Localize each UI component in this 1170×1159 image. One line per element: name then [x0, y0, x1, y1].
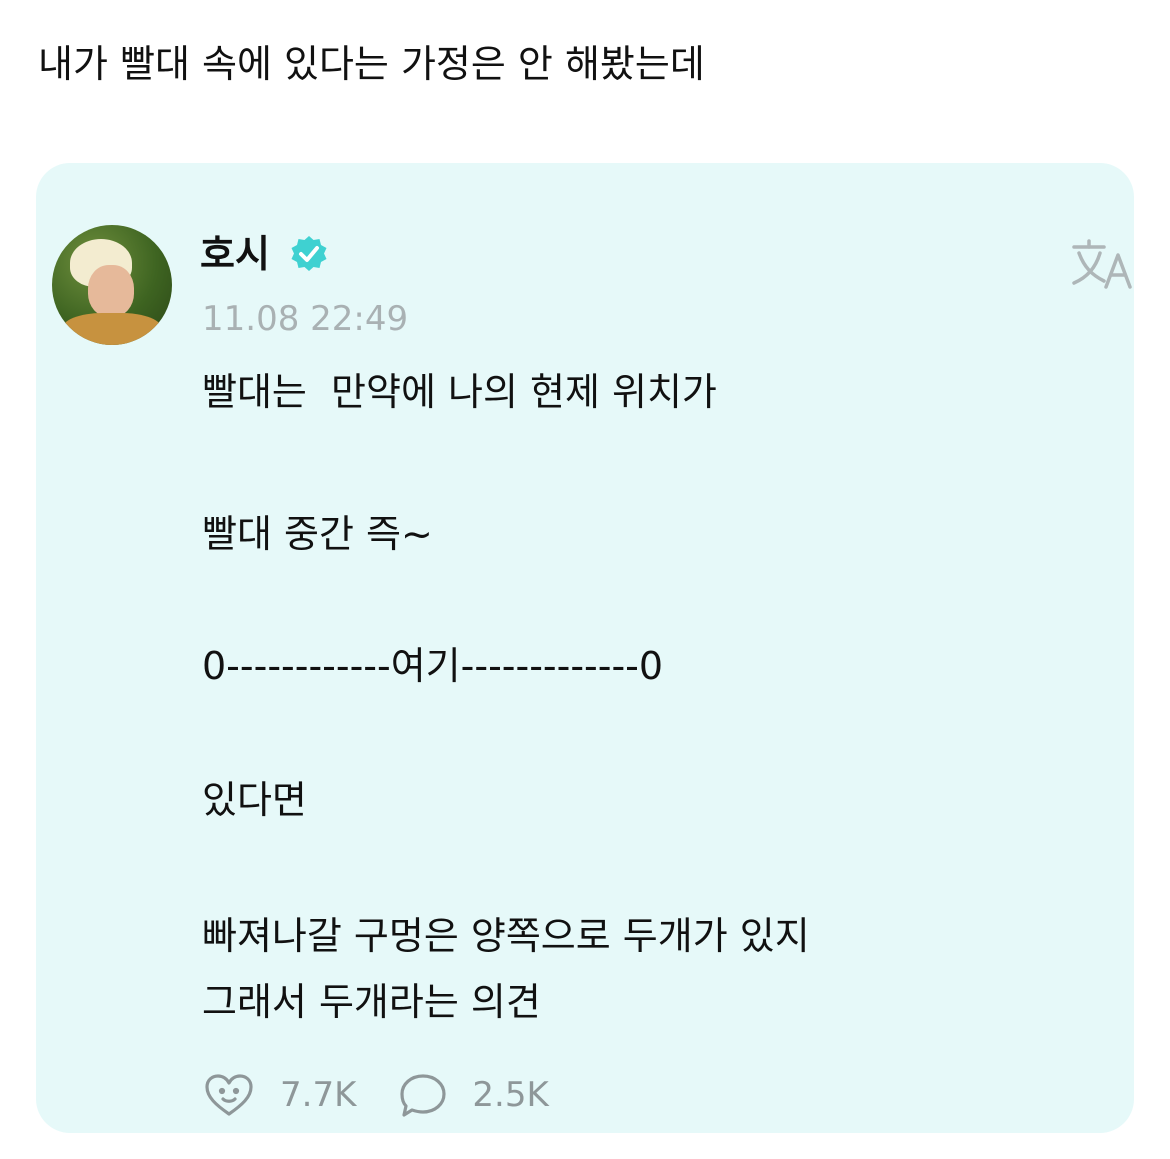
- post-text-line: 있다면: [202, 778, 307, 822]
- translate-icon[interactable]: [1070, 237, 1132, 291]
- post-text-line: 빨대는 만약에 나의 현제 위치가: [202, 370, 717, 414]
- comment-button[interactable]: 2.5K: [398, 1072, 549, 1118]
- post-text-line: 빠져나갈 구멍은 양쪽으로 두개가 있지: [202, 914, 810, 958]
- avatar-face: [88, 265, 134, 317]
- post-timestamp: 11.08 22:49: [202, 299, 409, 339]
- author-name[interactable]: 호시: [200, 229, 270, 279]
- like-count: 7.7K: [280, 1075, 357, 1115]
- post-text-line: 0------------여기-------------0: [202, 644, 664, 688]
- post-stats: 7.7K 2.5K: [202, 1069, 549, 1121]
- avatar-shirt: [62, 313, 162, 345]
- verified-badge-icon: [291, 236, 327, 271]
- comment-count: 2.5K: [472, 1075, 549, 1115]
- like-button[interactable]: 7.7K: [202, 1072, 356, 1118]
- author-avatar[interactable]: [52, 225, 172, 345]
- embedded-post-card[interactable]: 호시 11.08 22:49 빨대는 만약에 나의 현제 위치가 빨대 중간 즉…: [36, 163, 1134, 1133]
- post-text-line: 그래서 두개라는 의견: [202, 980, 541, 1024]
- post-text-line: 빨대 중간 즉~: [202, 512, 433, 556]
- speech-bubble-icon: [400, 1074, 446, 1117]
- heart-face-icon: [205, 1074, 253, 1116]
- post-caption: 내가 빨대 속에 있다는 가정은 안 해봤는데: [38, 42, 705, 86]
